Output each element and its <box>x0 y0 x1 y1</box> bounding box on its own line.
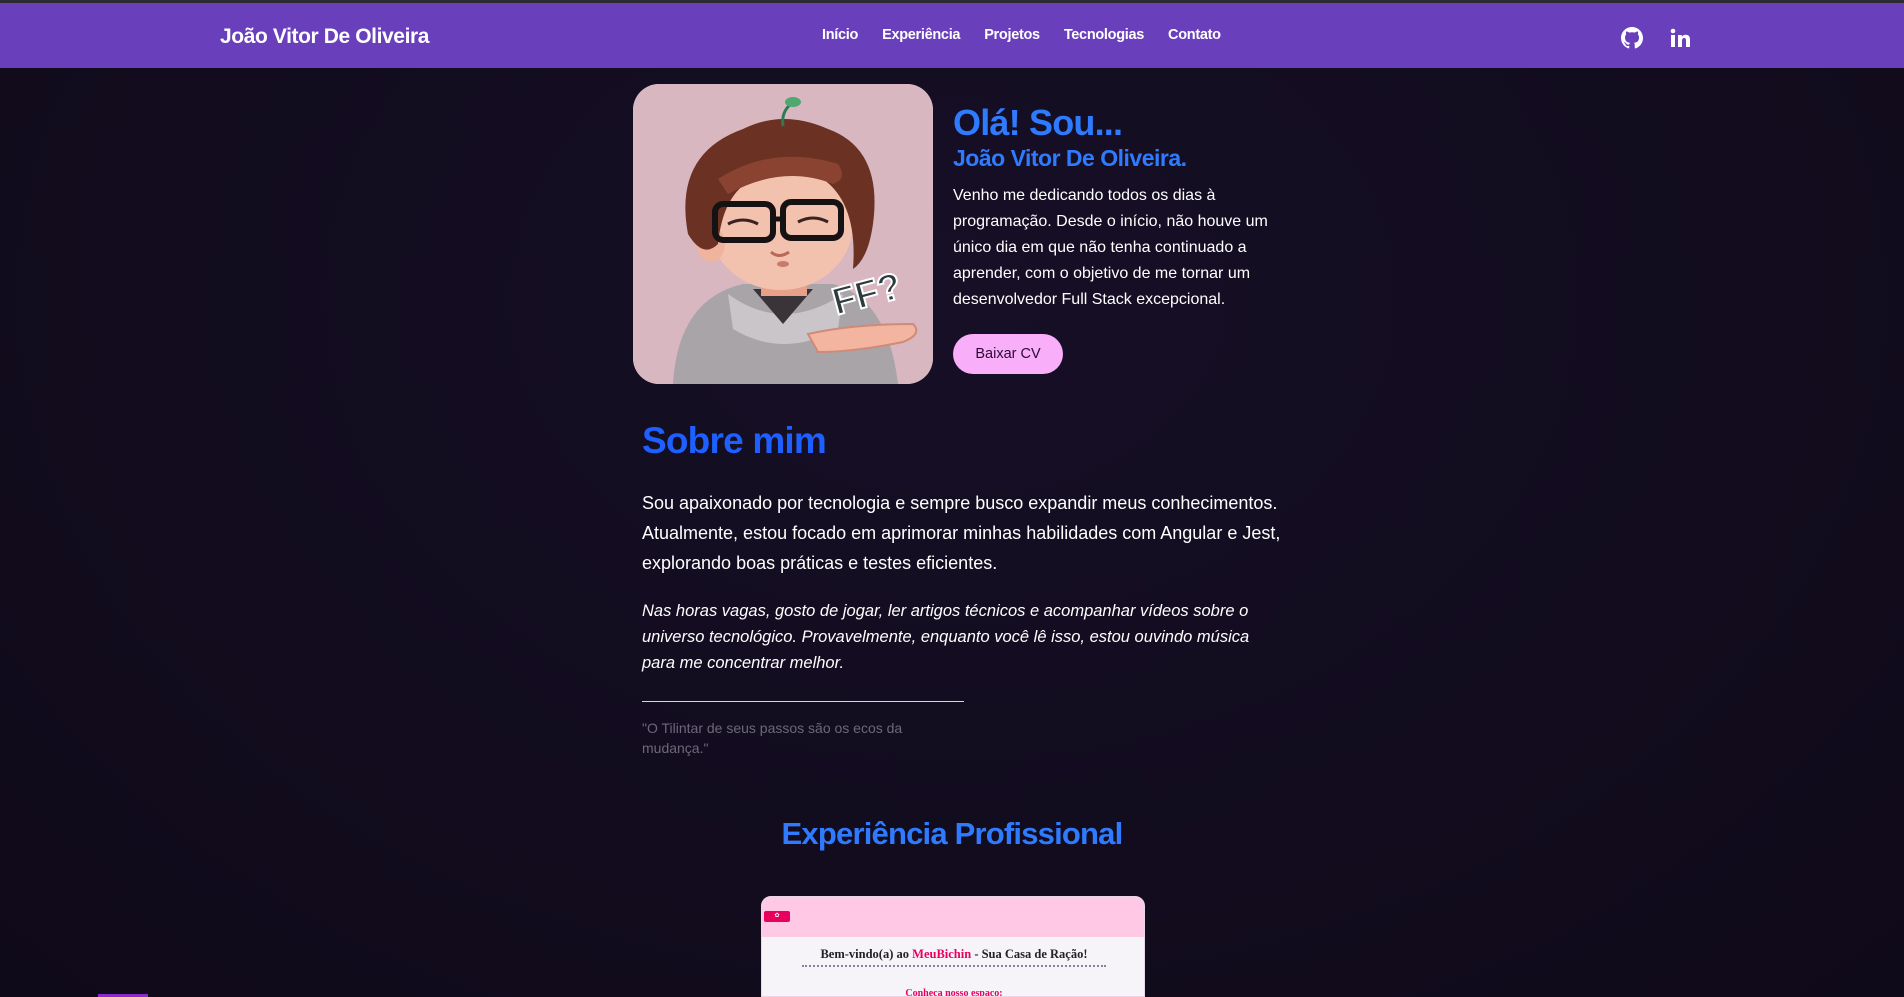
experience-preview-card[interactable]: ✿ Bem-vindo(a) ao MeuBichin - Sua Casa d… <box>761 896 1145 997</box>
about-title: Sobre mim <box>642 420 827 461</box>
preview-title-prefix: Bem-vindo(a) ao <box>820 947 913 961</box>
github-icon[interactable] <box>1619 25 1645 51</box>
about-paragraph-1: Sou apaixonado por tecnologia e sempre b… <box>642 493 1281 573</box>
preview-link: Conheça nosso espaço: <box>905 988 1003 997</box>
preview-title: Bem-vindo(a) ao MeuBichin - Sua Casa de … <box>762 947 1144 962</box>
portfolio-page: João Vitor De Oliveira Início Experiênci… <box>0 0 1904 997</box>
about-quote: "O Tilintar de seus passos são os ecos d… <box>642 720 903 756</box>
avatar: FF? <box>633 84 933 384</box>
experience-title: Experiência Profissional <box>781 816 1124 851</box>
linkedin-icon[interactable] <box>1667 25 1693 51</box>
preview-title-suffix: - Sua Casa de Ração! <box>971 947 1088 961</box>
hero-greeting: Olá! Sou... <box>953 102 1123 143</box>
nav-link-tecnologias[interactable]: Tecnologias <box>1064 27 1145 43</box>
nav-link-contato[interactable]: Contato <box>1168 27 1221 43</box>
about-paragraph-2: Nas horas vagas, gosto de jogar, ler art… <box>642 602 1250 672</box>
preview-title-highlight: MeuBichin <box>912 947 972 961</box>
preview-subtitle-line <box>802 965 1106 969</box>
hero-name: João Vitor De Oliveira. <box>953 145 1187 171</box>
nav-link-inicio[interactable]: Início <box>822 27 858 43</box>
brand-name[interactable]: João Vitor De Oliveira <box>220 25 429 49</box>
download-cv-button[interactable]: Baixar CV <box>953 334 1063 374</box>
avatar-illustration: FF? <box>633 84 933 384</box>
preview-header: ✿ <box>762 897 1144 937</box>
navbar: João Vitor De Oliveira Início Experiênci… <box>0 3 1904 68</box>
hero-text: Olá! Sou... João Vitor De Oliveira. Venh… <box>953 103 1283 313</box>
nav-link-projetos[interactable]: Projetos <box>984 27 1040 43</box>
nav-link-experiencia[interactable]: Experiência <box>882 27 960 43</box>
about-divider <box>642 701 964 702</box>
nav-links: Início Experiência Projetos Tecnologias … <box>822 27 1221 43</box>
hero-description: Venho me dedicando todos os dias à progr… <box>953 187 1268 308</box>
preview-logo-icon: ✿ <box>764 911 790 922</box>
